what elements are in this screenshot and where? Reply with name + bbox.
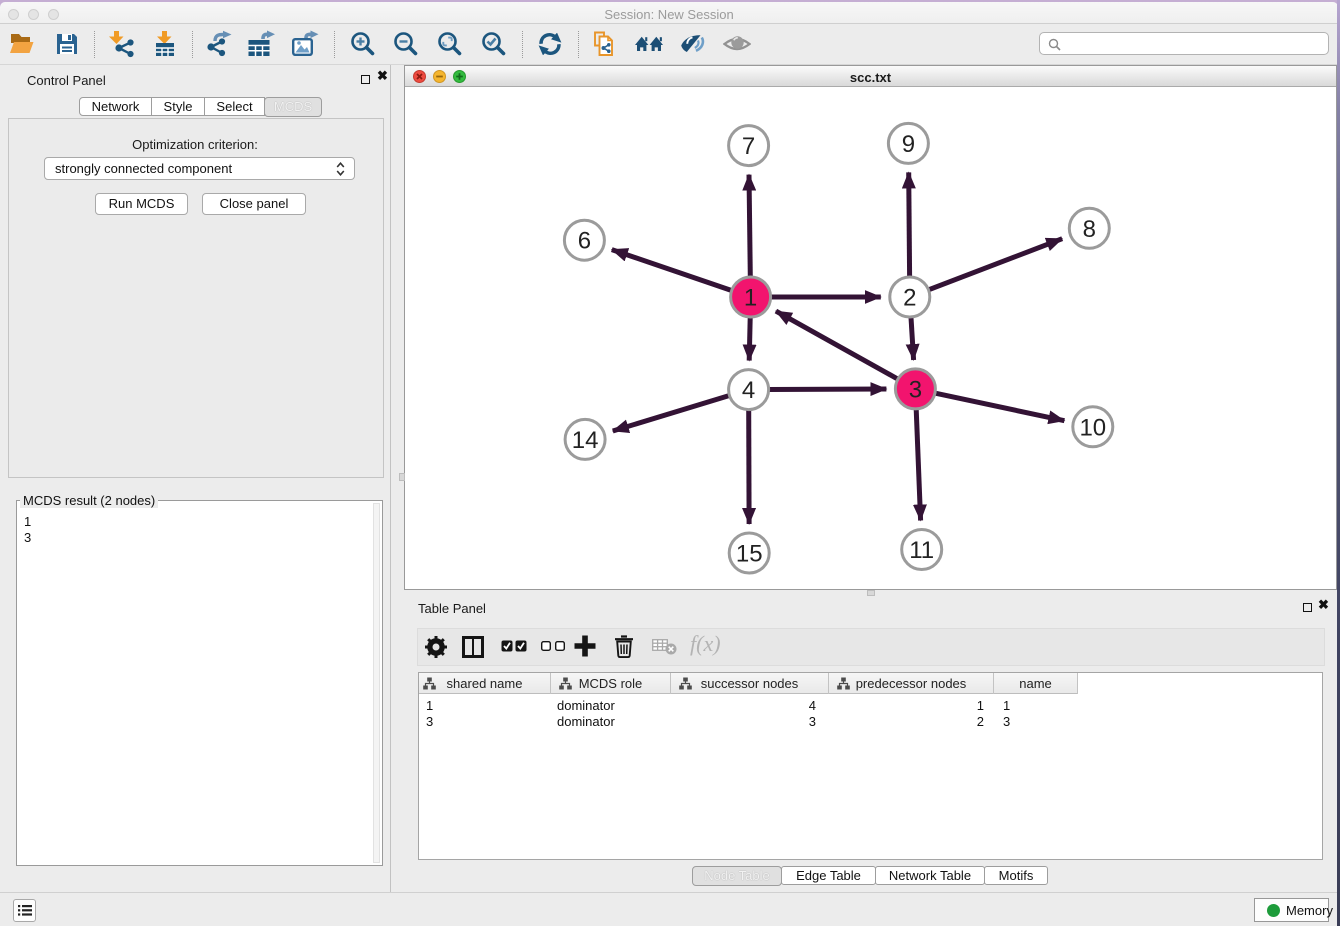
svg-text:2: 2: [903, 285, 916, 312]
svg-text:1: 1: [744, 285, 757, 312]
svg-text:4: 4: [742, 377, 755, 404]
svg-text:7: 7: [742, 133, 755, 160]
svg-text:8: 8: [1083, 216, 1096, 243]
svg-text:14: 14: [572, 427, 599, 454]
svg-text:3: 3: [909, 376, 922, 403]
svg-text:6: 6: [578, 228, 591, 255]
svg-text:15: 15: [736, 541, 763, 568]
svg-text:10: 10: [1079, 414, 1106, 441]
svg-text:11: 11: [909, 537, 934, 564]
svg-text:9: 9: [902, 131, 915, 158]
